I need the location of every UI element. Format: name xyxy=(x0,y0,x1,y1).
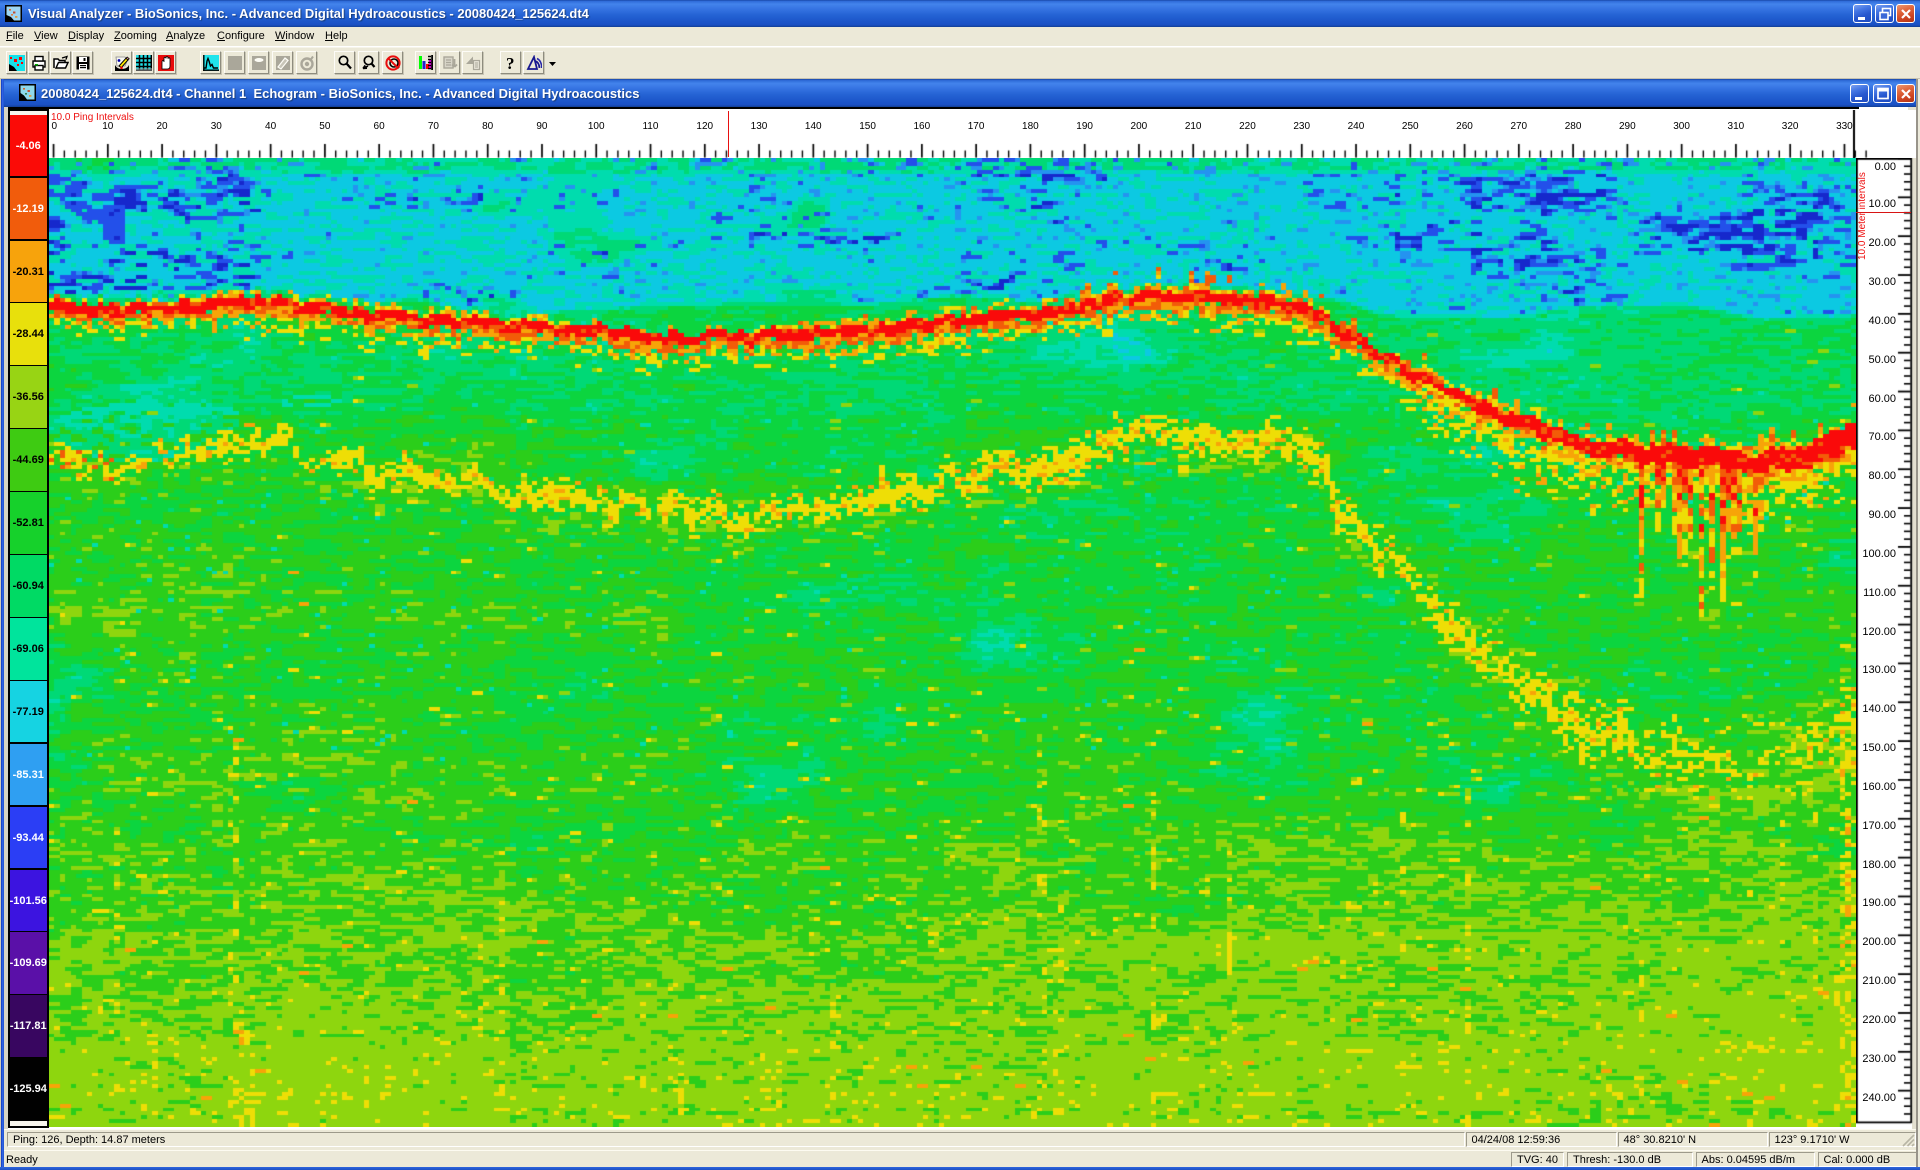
svg-text:?: ? xyxy=(506,55,515,71)
